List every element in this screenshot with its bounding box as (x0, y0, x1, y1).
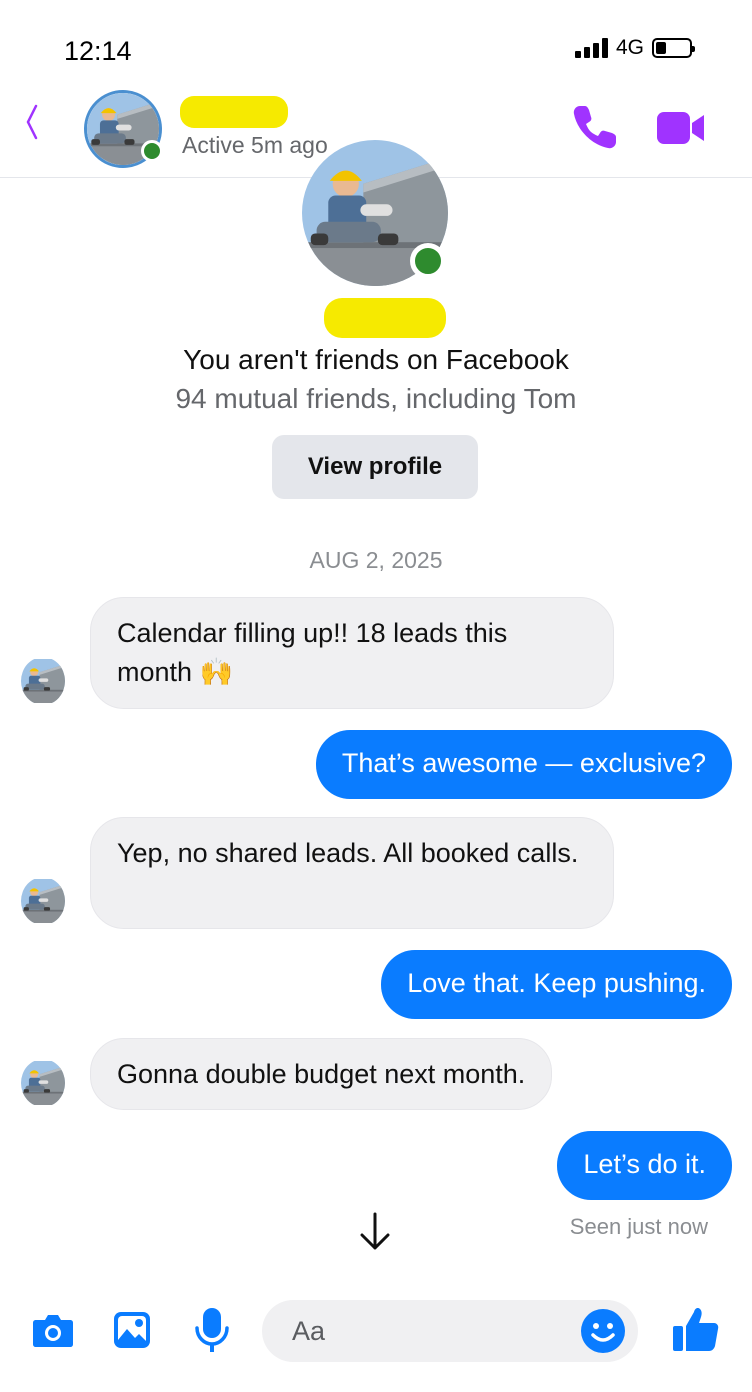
message-avatar[interactable] (21, 1059, 65, 1107)
profile-name-redacted (324, 298, 446, 338)
camera-icon[interactable] (32, 1312, 74, 1348)
outgoing-message: That’s awesome — exclusive? (315, 730, 732, 799)
friend-status: You aren't friends on Facebook (183, 344, 569, 375)
active-status: Active 5m ago (182, 132, 328, 158)
thumbs-up-icon[interactable] (672, 1306, 720, 1352)
image-icon[interactable] (112, 1310, 152, 1350)
network-type: 4G (615, 36, 644, 59)
message-avatar[interactable] (21, 657, 65, 705)
battery-icon (652, 38, 695, 58)
incoming-message: Calendar filling up!! 18 leads this mont… (90, 597, 614, 709)
emoji-icon[interactable] (580, 1308, 626, 1354)
mutual-friends: 94 mutual friends, including Tom (175, 383, 577, 414)
signal-icon (574, 38, 608, 58)
status-time: 12:14 (64, 36, 132, 66)
status-indicators: 4G (574, 36, 695, 60)
online-indicator (410, 243, 446, 279)
outgoing-message: Let’s do it. (557, 1131, 732, 1200)
date-separator: AUG 2, 2025 (309, 547, 443, 573)
outgoing-message: Love that. Keep pushing. (381, 950, 732, 1019)
arrow-down-icon[interactable] (356, 1210, 394, 1254)
microphone-icon[interactable] (194, 1306, 230, 1354)
online-indicator (141, 140, 163, 162)
video-camera-icon[interactable] (656, 108, 706, 148)
incoming-message: Yep, no shared leads. All booked calls. (90, 817, 614, 929)
view-profile-button[interactable]: View profile (272, 435, 478, 499)
seen-receipt: Seen just now (569, 1214, 708, 1239)
incoming-message: Gonna double budget next month. (90, 1038, 553, 1110)
contact-name-redacted (180, 96, 288, 128)
back-chevron-icon[interactable] (22, 102, 42, 142)
message-avatar[interactable] (21, 877, 65, 925)
phone-icon[interactable] (570, 102, 620, 152)
